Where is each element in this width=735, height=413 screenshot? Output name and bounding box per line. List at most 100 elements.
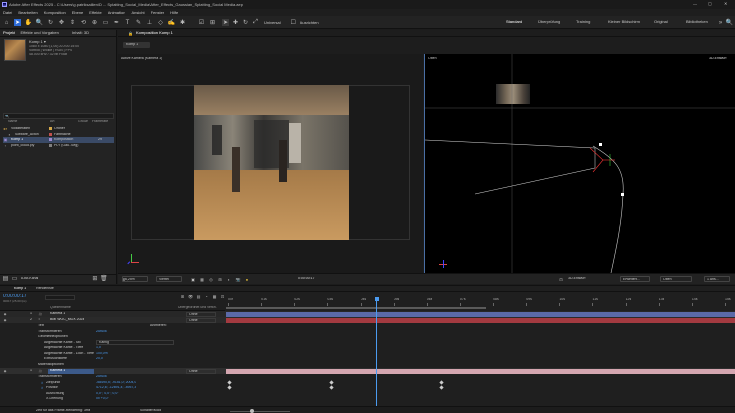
animate-label[interactable]: Animieren: [150,324,167,328]
delete-icon[interactable]: 🗑 [100,275,108,282]
menu-file[interactable]: Datei [3,11,12,15]
zoom-dropdown[interactable]: 6,25% [122,276,148,282]
visibility-eye-icon[interactable]: ◉ [3,369,7,373]
universal-label[interactable]: Universal [264,21,281,25]
snap-label[interactable]: Ausrichten [300,21,319,25]
prop-value[interactable]: Zurück [96,330,107,334]
interpret-footage-icon[interactable]: ▤ [3,275,9,282]
playhead-line[interactable] [376,298,377,406]
layer-name[interactable]: BMI WOC_MOX 2024 [50,318,84,322]
keyframe[interactable] [439,385,444,390]
move-3d-icon[interactable]: ✚ [232,19,239,26]
close-button[interactable]: ✕ [724,2,727,6]
prop-value[interactable]: 20,0 [96,357,103,361]
camera-snapshot-icon[interactable]: 📷 [235,276,241,282]
keyframe[interactable] [329,379,334,385]
time-ruler[interactable]: 00f 01s 02s 03s 04s 05s 06s 07s 08s 09s 10s 11s 12s 1… [226,296,735,311]
resolution-dropdown[interactable]: Viertel [156,276,182,282]
home-icon[interactable]: ⌂ [3,19,10,26]
switches-modes-toggle[interactable]: Schalter/Modi [140,409,161,413]
3d-draft-icon[interactable]: ⊡ [558,276,564,282]
menu-edit[interactable]: Bearbeiten [18,11,37,15]
workspace-learn[interactable]: Training [576,20,608,24]
project-search-input[interactable]: 🔍 [3,113,114,119]
prop-value[interactable]: Zurück [96,375,107,379]
tab-render-queue[interactable]: Renderliste [36,287,54,291]
parent-dropdown[interactable]: Ohne [186,317,216,323]
renderer-dropdown[interactable]: Erweitert... [620,276,650,282]
prop-value[interactable]: 0,0°; 0,0°; 0,0° [96,392,119,396]
puppet-tool-icon[interactable]: ✱ [179,19,186,26]
layer-name[interactable]: Kamera 1 [50,312,65,316]
column-fps[interactable]: Framerate [92,120,112,125]
new-comp-icon[interactable]: ⊞ [92,275,97,282]
tab-project[interactable]: Projekt [3,31,15,35]
bpc-label[interactable]: 8-Bit-Kanal [21,277,38,281]
pointer-3d-icon[interactable]: ➤ [222,19,229,26]
menu-composition[interactable]: Komposition [44,11,66,15]
timeline-timecode[interactable]: 0:00:00:17 [3,294,27,299]
layer-bar-camera-selected[interactable] [226,368,735,374]
tab-timeline-comp[interactable]: Komp 1 [14,287,26,291]
visibility-eye-icon[interactable]: ◉ [3,318,7,322]
workspace-libraries[interactable]: Bibliotheken [686,20,716,24]
menu-effects[interactable]: Effekte [89,11,101,15]
channel-icon[interactable]: ◐ [226,276,232,282]
keyframe[interactable] [227,379,232,385]
align-icon[interactable]: ⊞ [209,19,216,26]
layer-bar-camera[interactable] [226,311,735,317]
rotate-tool-icon[interactable]: ⟲ [80,19,87,26]
comp-flowchart-icon[interactable]: ⊞ [180,294,185,299]
maximize-button[interactable]: ▢ [708,2,712,6]
rotate-3d-icon[interactable]: ↻ [242,19,249,26]
eraser-tool-icon[interactable]: ◇ [157,19,164,26]
workspace-small-screen[interactable]: Kleiner Bildschirm [608,20,654,24]
composition-tab[interactable]: Komposition Komp 1 [136,31,173,35]
dolly-tool-icon[interactable]: ⇕ [69,19,76,26]
workspace-standard[interactable]: Standard [506,20,538,24]
selection-tool-icon[interactable]: ➤ [14,19,21,26]
stamp-tool-icon[interactable]: ⊥ [146,19,153,26]
zoom-slider[interactable] [230,409,290,413]
visibility-eye-icon[interactable]: ◉ [3,312,7,316]
source-name-header[interactable]: Quellenname [50,306,71,310]
work-area-bar[interactable] [226,307,486,309]
hand-tool-icon[interactable]: ✋ [25,19,32,26]
project-info-name[interactable]: Komp 1 ▾ [29,40,46,44]
comp-image[interactable] [194,85,349,240]
text-tool-icon[interactable]: T [124,19,131,26]
viewer-right[interactable]: Oben 3D-Entwurf [425,54,735,273]
scale-3d-icon[interactable]: ⤢ [252,19,259,26]
stopwatch-icon[interactable]: ⏱ [40,381,44,385]
workspace-overflow-icon[interactable]: » [717,19,724,26]
frame-blending-icon[interactable]: ▤ [196,294,201,299]
snap-toggle-icon[interactable]: ☐ [290,19,297,26]
orbit-tool-icon[interactable]: ↻ [47,19,54,26]
snap-checkbox-icon[interactable]: ☑ [198,19,205,26]
motion-blur-icon[interactable]: ◔ [204,294,209,299]
keyframe[interactable] [439,379,444,385]
prop-row[interactable]: Materialoptionen [0,362,226,368]
menu-layer[interactable]: Ebene [72,11,84,15]
region-interest-icon[interactable]: ▣ [190,276,196,282]
draft-3d-timeline-icon[interactable]: ⊡ [220,294,225,299]
column-size[interactable]: Größe [78,120,92,125]
view-dropdown[interactable]: Oben [660,276,692,282]
views-count-dropdown[interactable]: 1 Ans... [704,276,730,282]
menu-view[interactable]: Ansicht [131,11,144,15]
parent-header[interactable]: Übergeordnet und verkn. [178,306,217,310]
pen-tool-icon[interactable]: ✒ [113,19,120,26]
pan-tool-icon[interactable]: ✥ [58,19,65,26]
prop-value[interactable]: -58490,5; -9151,0; 2004,0 [96,381,136,385]
mask-visibility-icon[interactable]: ◎ [208,276,214,282]
column-type[interactable]: Art [50,120,78,125]
workspace-review[interactable]: Überprüfung [538,20,576,24]
bevel-style-dropdown[interactable]: Kantig [96,340,174,345]
comp-subtab[interactable]: Komp 1 [123,42,150,48]
zoom-slider-handle[interactable] [250,409,254,413]
parent-dropdown[interactable]: Ohne [186,311,216,317]
anchor-tool-icon[interactable]: ⊕ [91,19,98,26]
timecode-display[interactable]: 0:00:00:17 [298,277,315,281]
color-icon[interactable]: ● [244,276,250,282]
list-item[interactable]: ▫ point_cloud.ply PLY (Gau..Seg) [3,143,114,149]
